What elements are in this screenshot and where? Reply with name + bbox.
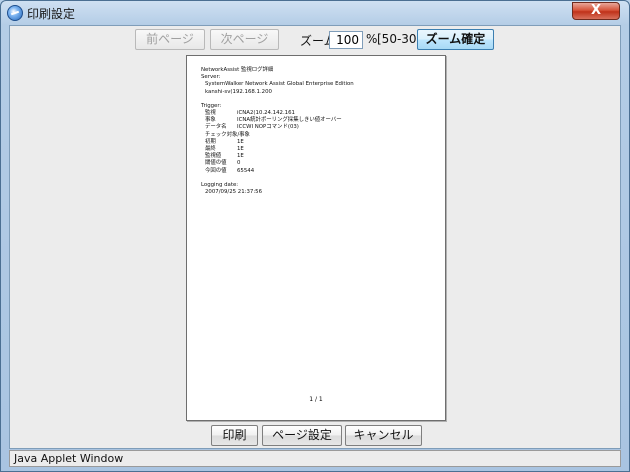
window-title: 印刷設定 xyxy=(27,7,76,21)
next-page-button[interactable]: 次ページ xyxy=(210,29,279,50)
trigger-row: 初期 1E xyxy=(205,138,244,145)
trigger-label: Trigger: xyxy=(201,102,222,109)
zoom-apply-button[interactable]: ズーム確定 xyxy=(417,29,494,50)
preview-header: NetworkAssist 監視ログ詳細 xyxy=(201,67,274,73)
zoom-input[interactable]: 100 xyxy=(329,31,363,49)
print-preview-page: NetworkAssist 監視ログ詳細 Server: SystemWalke… xyxy=(186,55,446,421)
trigger-row: チェック対象/事象 xyxy=(205,131,250,138)
page-setup-button[interactable]: ページ設定 xyxy=(262,425,342,446)
zoom-unit: % xyxy=(366,32,378,46)
server-line: SystemWalker Network Assist Global Enter… xyxy=(205,81,354,88)
server-line: kanshi-sv(192.168.1.200 xyxy=(205,88,272,95)
server-label: Server: xyxy=(201,74,221,81)
trigger-row: 閾値の値 0 xyxy=(205,160,241,167)
preview-content: NetworkAssist 監視ログ詳細 Server: SystemWalke… xyxy=(201,67,437,196)
logging-value: 2007/09/25 21:37:56 xyxy=(205,189,262,196)
logging-label: Logging date: xyxy=(201,181,239,188)
prev-page-button[interactable]: 前ページ xyxy=(135,29,205,50)
trigger-row: 最終 1E xyxy=(205,146,244,153)
print-button[interactable]: 印刷 xyxy=(211,425,258,446)
page-number: 1 / 1 xyxy=(309,396,323,403)
cancel-button[interactable]: キャンセル xyxy=(345,425,422,446)
ie-app-icon xyxy=(7,5,23,21)
status-bar: Java Applet Window xyxy=(9,450,621,467)
title-bar[interactable]: 印刷設定 X xyxy=(1,1,629,25)
close-button[interactable]: X xyxy=(572,2,620,20)
trigger-row: 監視値 1E xyxy=(205,153,244,160)
trigger-row: データ名 ICCWI NOPコマンド(03) xyxy=(205,124,299,131)
trigger-row: 今回の値 65544 xyxy=(205,167,255,174)
client-area: 前ページ 次ページ ズーム 100 % [50-300] ズーム確定 Netwo… xyxy=(9,25,621,449)
dialog-window: 印刷設定 X 前ページ 次ページ ズーム 100 % [50-300] ズーム確… xyxy=(0,0,630,472)
